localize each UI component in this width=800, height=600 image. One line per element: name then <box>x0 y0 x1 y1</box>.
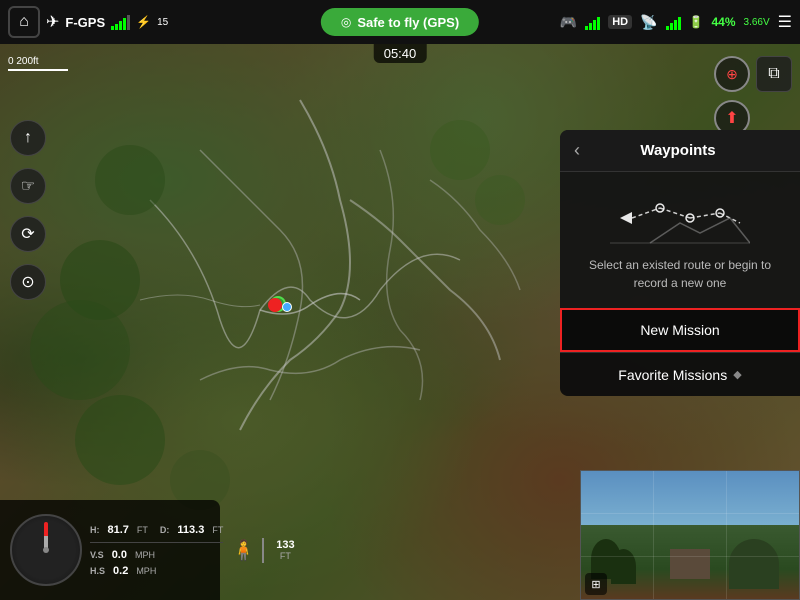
speed-row: V.S 0.0 MPH <box>90 549 223 561</box>
menu-button[interactable]: ☰ <box>778 12 792 32</box>
favorite-missions-label: Favorite Missions <box>618 367 727 383</box>
gps-name-label: F-GPS <box>65 15 105 30</box>
alt-value: 133 <box>276 539 294 551</box>
hs-label: H.S <box>90 566 105 576</box>
camera-expand-button[interactable]: ⊞ <box>585 573 607 595</box>
h-unit: FT <box>137 525 148 535</box>
signal-number: 15 <box>157 17 168 28</box>
drone-dot-red <box>268 298 282 312</box>
h-value: 81.7 <box>108 524 129 536</box>
back-icon: ‹ <box>574 140 580 160</box>
hs-row: H.S 0.2 MPH <box>90 565 223 577</box>
alt-unit: FT <box>280 551 291 561</box>
new-mission-button[interactable]: New Mission <box>560 308 800 352</box>
compass-icon: ⊕ <box>726 66 738 83</box>
alt-display: 133 FT <box>276 539 294 561</box>
wifi-icon: ◎ <box>341 15 351 29</box>
scale-line <box>8 69 68 71</box>
orbit-button[interactable]: ⟳ <box>10 216 46 252</box>
favorite-missions-button[interactable]: Favorite Missions ◆ <box>560 352 800 396</box>
d-label: D: <box>160 525 170 535</box>
home-point-dot <box>282 302 292 312</box>
layers-icon: ⧉ <box>768 65 779 83</box>
remote-icon: 🎮 <box>560 14 577 31</box>
d-value: 113.3 <box>177 524 204 536</box>
battery-percent: 44% <box>711 15 735 29</box>
takeoff-button[interactable]: ↑ <box>10 120 46 156</box>
scale-label: 0 200ft <box>8 56 39 67</box>
hs-value: 0.2 <box>113 565 128 577</box>
camera-grid-overlay <box>581 471 799 599</box>
vs-label: V.S <box>90 550 104 560</box>
h-label: H: <box>90 525 100 535</box>
hs-unit: MPH <box>136 566 156 576</box>
compass-north-icon: ⬆ <box>725 108 738 128</box>
home-button[interactable]: ⌂ <box>8 6 40 38</box>
flight-timer: 05:40 <box>374 44 427 63</box>
takeoff-icon: ↑ <box>24 129 32 147</box>
compass-needle-white <box>44 522 48 550</box>
left-toolbar: ↑ ☞ ⟳ ⊙ <box>10 120 46 300</box>
drone-signal-bars <box>666 14 681 30</box>
orbit-icon: ⟳ <box>21 224 34 244</box>
poi-icon: ⊙ <box>21 272 34 292</box>
compass-center <box>43 547 49 553</box>
hd-label: HD <box>608 15 632 29</box>
waypoints-illustration <box>560 172 800 256</box>
compass-hud <box>10 514 82 586</box>
waypoints-panel: ‹ Waypoints Select an existed route or b… <box>560 130 800 396</box>
poi-button[interactable]: ⊙ <box>10 264 46 300</box>
safe-to-fly-button[interactable]: ◎ Safe to fly (GPS) <box>321 8 479 36</box>
video-signal <box>585 14 600 30</box>
d-unit: FT <box>212 525 223 535</box>
camera-feed <box>581 471 799 599</box>
flight-data: H: 81.7 FT D: 113.3 FT V.S 0.0 MPH H.S 0… <box>90 524 223 577</box>
safe-to-fly-label: Safe to fly (GPS) <box>357 15 459 30</box>
top-bar-right: 🎮 HD 📡 🔋 44% 3.66V ☰ <box>560 12 792 32</box>
person-icon: 🧍 <box>231 538 264 563</box>
waypoints-header: ‹ Waypoints <box>560 130 800 172</box>
camera-preview[interactable]: ⊞ <box>580 470 800 600</box>
vs-unit: MPH <box>135 550 155 560</box>
waypoints-description: Select an existed route or begin to reco… <box>560 256 800 308</box>
battery-icon: 🔋 <box>689 15 704 29</box>
battery-voltage: 3.66V <box>744 17 770 28</box>
link-icon: ⚡ <box>136 15 151 29</box>
scale-bar: 0 200ft <box>8 56 68 71</box>
altitude-section: 🧍 <box>231 538 264 563</box>
waypoints-back-button[interactable]: ‹ <box>574 140 580 161</box>
timer-value: 05:40 <box>384 46 417 61</box>
route-illustration <box>610 188 750 248</box>
gesture-button[interactable]: ☞ <box>10 168 46 204</box>
vs-value: 0.0 <box>112 549 127 561</box>
waypoints-title: Waypoints <box>590 142 766 159</box>
bottom-hud: H: 81.7 FT D: 113.3 FT V.S 0.0 MPH H.S 0… <box>0 500 220 600</box>
top-status-bar: ⌂ ✈ F-GPS ⚡ 15 ◎ Safe to fly (GPS) 🎮 HD … <box>0 0 800 44</box>
diamond-icon: ◆ <box>733 368 741 381</box>
waypoints-desc-text: Select an existed route or begin to reco… <box>589 258 771 290</box>
altitude-row: H: 81.7 FT D: 113.3 FT <box>90 524 223 536</box>
expand-icon: ⊞ <box>591 578 600 591</box>
new-mission-label: New Mission <box>640 322 719 338</box>
gesture-icon: ☞ <box>21 176 35 196</box>
drone-signal: 📡 <box>640 14 657 31</box>
compass-button[interactable]: ⊕ <box>714 56 750 92</box>
rc-signal <box>111 14 130 30</box>
drone-icon: ✈ <box>46 12 59 32</box>
home-icon: ⌂ <box>19 13 29 31</box>
map-layers-button[interactable]: ⧉ <box>756 56 792 92</box>
